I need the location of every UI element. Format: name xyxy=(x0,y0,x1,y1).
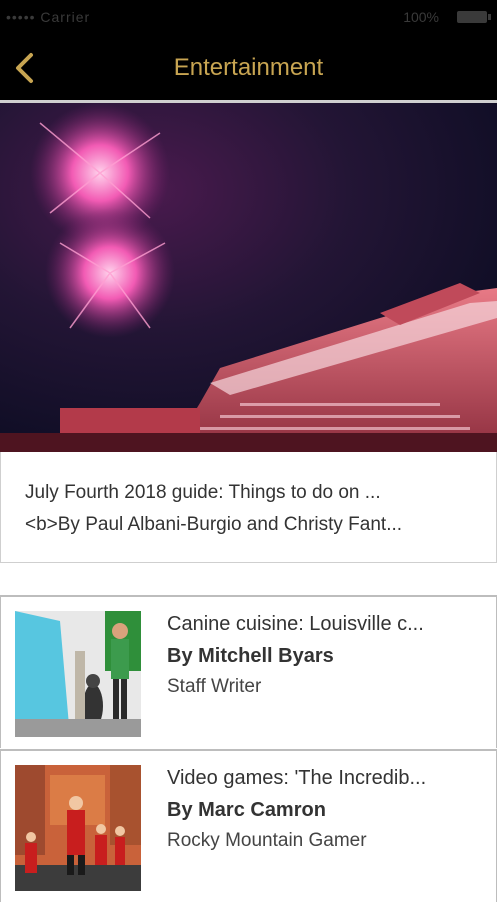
featured-title: July Fourth 2018 guide: Things to do on … xyxy=(25,482,381,503)
article-title: Canine cuisine: Louisville c... xyxy=(167,613,424,635)
article-thumbnail xyxy=(15,611,141,737)
status-bar: ••••• Carrier 100% xyxy=(0,0,497,36)
list-item[interactable]: Video games: 'The Incredib... By Marc Ca… xyxy=(0,749,497,902)
list-item[interactable]: Canine cuisine: Louisville c... By Mitch… xyxy=(0,595,497,748)
battery-icon xyxy=(457,11,491,23)
article-author: By Mitchell Byars xyxy=(167,645,334,667)
article-author: By Marc Camron xyxy=(167,799,326,821)
nav-bar: Entertainment xyxy=(0,36,497,103)
page-title: Entertainment xyxy=(173,54,324,81)
carrier-label: ••••• Carrier xyxy=(6,9,91,25)
featured-image[interactable] xyxy=(0,103,497,452)
featured-article-card[interactable]: July Fourth 2018 guide: Things to do on … xyxy=(0,452,497,563)
article-author-role: Staff Writer xyxy=(167,676,262,697)
article-author-role: Rocky Mountain Gamer xyxy=(167,830,367,851)
article-title: Video games: 'The Incredib... xyxy=(167,767,427,789)
battery-percent: 100% xyxy=(403,9,439,25)
featured-byline: <b>By Paul Albani-Burgio and Christy Fan… xyxy=(25,514,403,535)
article-thumbnail xyxy=(15,765,141,891)
section-spacer xyxy=(0,565,497,595)
